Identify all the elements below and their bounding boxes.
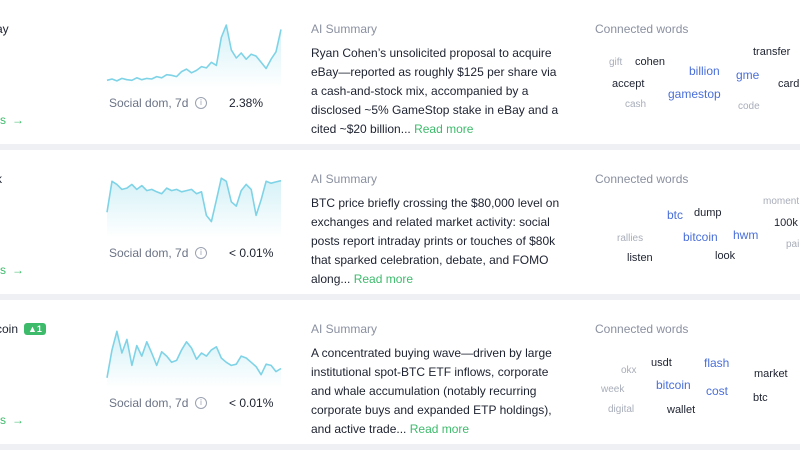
arrow-right-icon: → — [12, 263, 25, 277]
asset-name[interactable]: k — [0, 172, 2, 186]
connected-word[interactable]: listen — [627, 252, 653, 264]
metric-value: 2.38% — [229, 96, 264, 110]
read-more-link[interactable]: Read more — [354, 272, 413, 286]
connected-word[interactable]: billion — [689, 64, 720, 78]
connected-word[interactable]: card — [778, 78, 799, 90]
connected-word[interactable]: cost — [706, 384, 728, 398]
metric-value: < 0.01% — [229, 246, 274, 260]
connected-word[interactable]: transfer — [753, 46, 790, 58]
connected-word[interactable]: bitcoin — [683, 230, 718, 244]
connected-word[interactable]: usdt — [651, 357, 672, 369]
connected-word[interactable]: rallies — [617, 233, 643, 244]
arrow-right-icon: → — [12, 413, 25, 427]
summary-body: BTC price briefly crossing the $80,000 l… — [311, 196, 560, 286]
connected-word[interactable]: gift — [609, 57, 622, 68]
metric-label: Social dom, 7d — [109, 96, 189, 110]
read-more-link[interactable]: Read more — [414, 122, 473, 136]
connected-words-heading: Connected words — [595, 22, 689, 36]
connected-word[interactable]: dump — [694, 207, 722, 219]
sparkline-chart — [106, 177, 282, 238]
asset-name[interactable]: coin ▲1 — [0, 322, 46, 336]
connected-word[interactable]: wallet — [667, 404, 695, 416]
connected-word[interactable]: week — [601, 384, 624, 395]
connected-word[interactable]: gamestop — [668, 87, 721, 101]
details-link[interactable]: ails → — [0, 113, 24, 127]
details-link-label: ails — [0, 113, 7, 127]
details-link-label: ails — [0, 413, 7, 427]
info-icon[interactable]: i — [195, 97, 207, 109]
asset-row: coin ▲1 ails → Social dom, 7d i < 0.01% AI… — [0, 300, 800, 444]
connected-word[interactable]: cash — [625, 99, 646, 110]
connected-word[interactable]: hwm — [733, 228, 758, 242]
summary-text: A concentrated buying wave—driven by lar… — [311, 344, 566, 439]
connected-word[interactable]: moment — [763, 196, 799, 207]
connected-words-heading: Connected words — [595, 322, 689, 336]
summary-heading: AI Summary — [311, 22, 378, 36]
connected-word[interactable]: okx — [621, 365, 637, 376]
summary-text: Ryan Cohen’s unsolicited proposal to acq… — [311, 44, 566, 139]
connected-word[interactable]: digital — [608, 404, 634, 415]
summary-text: BTC price briefly crossing the $80,000 l… — [311, 194, 566, 289]
connected-word[interactable]: 100k — [774, 217, 798, 229]
summary-heading: AI Summary — [311, 322, 378, 336]
details-link[interactable]: ails → — [0, 263, 24, 277]
metric-value: < 0.01% — [229, 396, 274, 410]
sparkline-area — [107, 25, 281, 88]
asset-row: ay ails → Social dom, 7d i 2.38% AI Summa… — [0, 0, 800, 144]
metric-label: Social dom, 7d — [109, 246, 189, 260]
connected-word[interactable]: btc — [753, 392, 768, 404]
info-icon[interactable]: i — [195, 397, 207, 409]
sparkline-chart — [106, 24, 282, 88]
read-more-link[interactable]: Read more — [410, 422, 469, 436]
rank-change-badge: ▲1 — [24, 323, 46, 335]
connected-word[interactable]: pai — [786, 239, 799, 250]
details-link[interactable]: ails → — [0, 413, 24, 427]
connected-word[interactable]: gme — [736, 68, 759, 82]
connected-word[interactable]: btc — [667, 208, 683, 222]
info-icon[interactable]: i — [195, 247, 207, 259]
connected-word[interactable]: code — [738, 101, 760, 112]
asset-name[interactable]: ay — [0, 22, 9, 36]
connected-words-heading: Connected words — [595, 172, 689, 186]
connected-word[interactable]: market — [754, 368, 788, 380]
metric-label: Social dom, 7d — [109, 396, 189, 410]
connected-word[interactable]: cohen — [635, 56, 665, 68]
connected-word[interactable]: accept — [612, 78, 644, 90]
connected-word[interactable]: look — [715, 250, 735, 262]
arrow-right-icon: → — [12, 113, 25, 127]
summary-heading: AI Summary — [311, 172, 378, 186]
asset-name-label: coin — [0, 322, 19, 336]
connected-word[interactable]: flash — [704, 356, 729, 370]
details-link-label: ails — [0, 263, 7, 277]
sparkline-chart — [106, 330, 282, 388]
connected-word[interactable]: bitcoin — [656, 378, 691, 392]
asset-row: k ails → Social dom, 7d i < 0.01% AI Summ… — [0, 150, 800, 294]
